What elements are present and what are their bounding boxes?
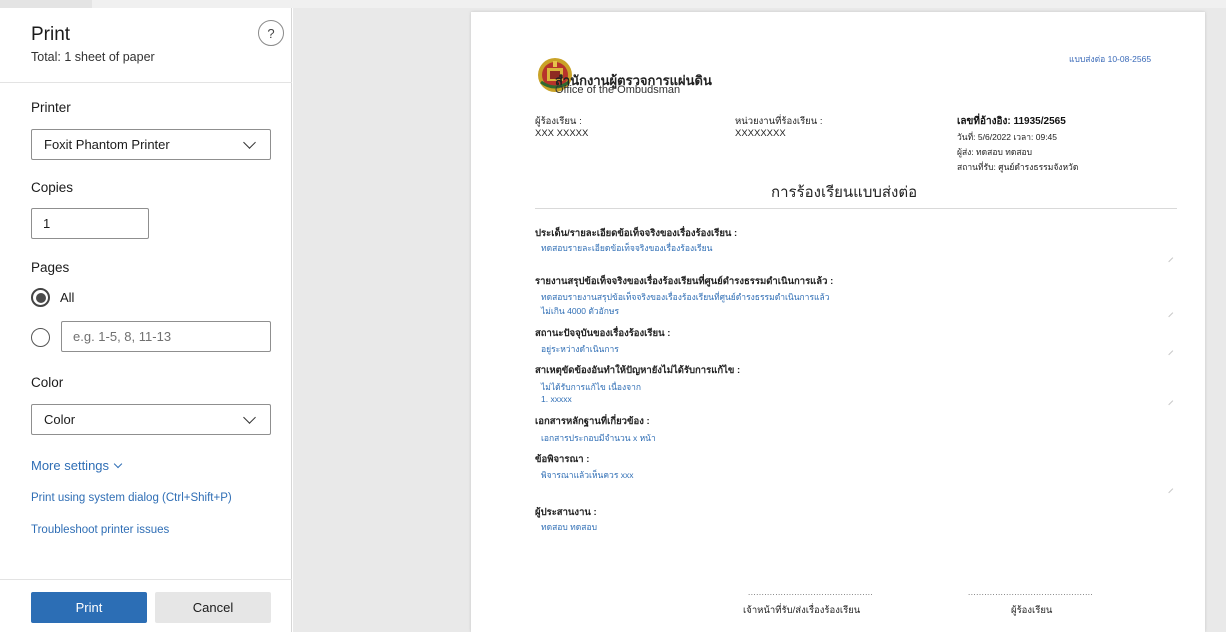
section-text: ไม่ได้รับการแก้ไข เนื่องจาก	[541, 382, 642, 392]
copies-input[interactable]: 1	[31, 208, 149, 239]
sender: ผู้ส่ง: ทดสอบ ทดสอบ	[957, 147, 1033, 157]
section-label: ประเด็น/รายละเอียดข้อเท็จจริงของเรื่องร้…	[535, 228, 738, 239]
print-title: Print	[31, 24, 71, 45]
chevron-down-icon	[243, 410, 256, 424]
pages-range-input[interactable]: e.g. 1-5, 8, 11-13	[61, 321, 271, 352]
section-label: สถานะปัจจุบันของเรื่องร้องเรียน :	[535, 328, 671, 339]
title-divider	[535, 208, 1177, 209]
section-text: ทดสอบรายละเอียดข้อเท็จจริงของเรื่องร้องเ…	[541, 243, 713, 253]
resize-handle-icon	[1164, 396, 1174, 406]
pages-range-radio[interactable]	[31, 328, 50, 347]
more-settings-label: More settings	[31, 458, 110, 473]
section-text: ทดสอบ ทดสอบ	[541, 522, 597, 532]
printer-value: Foxit Phantom Printer	[44, 137, 170, 152]
resize-handle-icon	[1164, 484, 1174, 494]
section-label: รายงานสรุปข้อเท็จจริงของเรื่องร้องเรียนท…	[535, 276, 834, 287]
section-label: เอกสารหลักฐานที่เกี่ยวข้อง :	[535, 416, 650, 427]
section-text: เอกสารประกอบมีจำนวน x หน้า	[541, 433, 656, 443]
pages-label: Pages	[31, 260, 70, 275]
document-title: การร้องเรียนแบบส่งต่อ	[771, 184, 918, 201]
troubleshoot-link[interactable]: Troubleshoot printer issues	[31, 524, 169, 536]
officer-signature-label: เจ้าหน้าที่รับ/ส่งเรื่องร้องเรียน	[743, 605, 861, 616]
reference-number: เลขที่อ้างอิง: 11935/2565	[957, 116, 1066, 127]
print-panel: Print Total: 1 sheet of paper ? Printer …	[0, 8, 292, 632]
org-name-english: Office of the Ombudsman	[555, 84, 681, 96]
divider	[0, 579, 292, 580]
chevron-down-icon	[243, 135, 256, 149]
divider	[0, 82, 292, 83]
color-value: Color	[44, 412, 76, 427]
signature-line: ........................................…	[968, 588, 1094, 597]
signature-line: ........................................…	[748, 588, 874, 597]
agency-value: XXXXXXXX	[735, 128, 786, 139]
section-text: ไม่เกิน 4000 ตัวอักษร	[541, 306, 620, 316]
section-label: ผู้ประสานงาน :	[535, 507, 597, 518]
section-text: ทดสอบรายงานสรุปข้อเท็จจริงของเรื่องร้องเ…	[541, 292, 830, 302]
agency-label: หน่วยงานที่ร้องเรียน :	[735, 116, 823, 127]
date-time: วันที่: 5/6/2022 เวลา: 09:45	[957, 132, 1058, 142]
section-label: สาเหตุขัดข้องอันทำให้ปัญหายังไม่ได้รับกา…	[535, 365, 741, 376]
color-select[interactable]: Color	[31, 404, 271, 435]
print-button[interactable]: Print	[31, 592, 147, 623]
preview-page: แบบส่งต่อ 10-08-2565 สำนักงานผู้ตรวจการแ…	[471, 12, 1205, 632]
sheet-count: Total: 1 sheet of paper	[31, 50, 155, 64]
help-icon[interactable]: ?	[258, 20, 284, 46]
printer-select[interactable]: Foxit Phantom Printer	[31, 129, 271, 160]
section-text: พิจารณาแล้วเห็นควร xxx	[541, 470, 634, 480]
resize-handle-icon	[1164, 346, 1174, 356]
color-label: Color	[31, 375, 64, 390]
form-reference: แบบส่งต่อ 10-08-2565	[1069, 54, 1152, 64]
cancel-button[interactable]: Cancel	[155, 592, 271, 623]
top-strip	[0, 0, 1226, 8]
more-settings-link[interactable]: More settings	[31, 458, 123, 473]
section-label: ข้อพิจารณา :	[535, 454, 590, 465]
tab-hint	[0, 0, 92, 8]
section-text: อยู่ระหว่างดำเนินการ	[541, 344, 619, 354]
copies-label: Copies	[31, 180, 74, 195]
complainant-value: XXX XXXXX	[535, 128, 589, 139]
resize-handle-icon	[1164, 308, 1174, 318]
receive-location: สถานที่รับ: ศูนย์ดำรงธรรมจังหวัด	[957, 162, 1079, 172]
printer-label: Printer	[31, 100, 71, 115]
chevron-down-icon	[113, 459, 123, 469]
complainant-signature-label: ผู้ร้องเรียน	[1011, 605, 1053, 616]
print-preview[interactable]: แบบส่งต่อ 10-08-2565 สำนักงานผู้ตรวจการแ…	[293, 8, 1226, 632]
resize-handle-icon	[1164, 253, 1174, 263]
pages-all-radio[interactable]	[31, 288, 50, 307]
pages-all-label: All	[60, 290, 75, 305]
system-dialog-link[interactable]: Print using system dialog (Ctrl+Shift+P)	[31, 492, 232, 504]
section-text: 1. xxxxx	[541, 394, 572, 404]
complainant-label: ผู้ร้องเรียน :	[535, 116, 582, 127]
